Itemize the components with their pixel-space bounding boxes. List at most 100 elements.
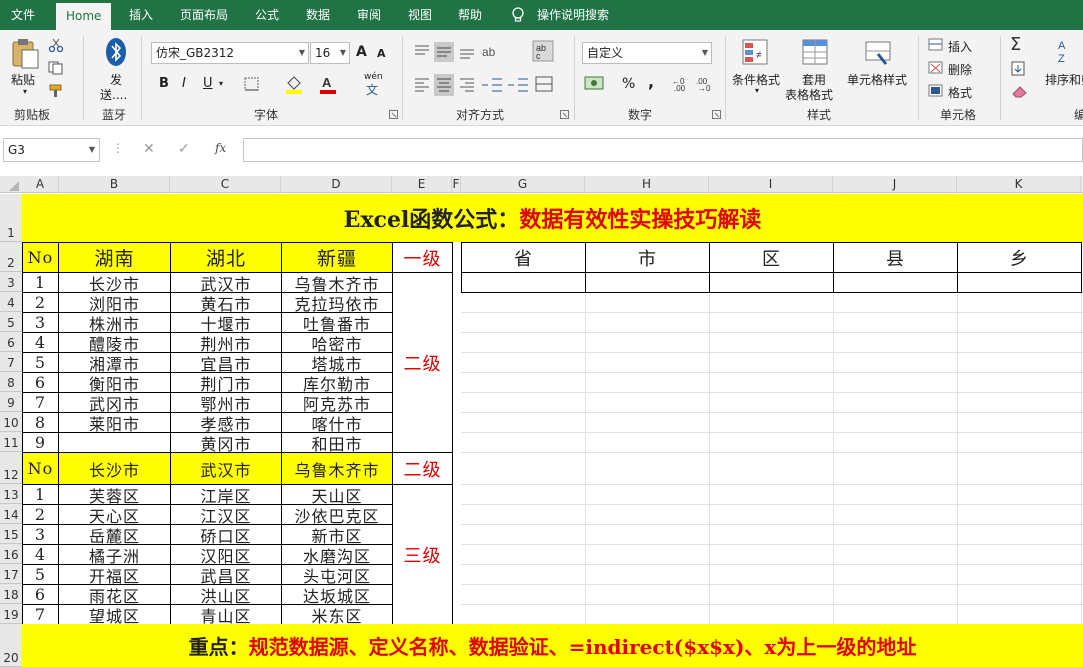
insert-function-icon[interactable]: fx [215,141,226,155]
header-cell[interactable]: No [22,452,59,485]
table-cell[interactable]: 9 [22,432,59,453]
font-color-icon[interactable]: A [318,74,338,94]
row-header[interactable]: 11 [0,432,22,452]
column-header[interactable]: K [957,176,1081,193]
bold-button[interactable]: B [159,76,169,91]
level-label[interactable]: 二级 [392,272,453,453]
tab-home[interactable]: Home [56,3,112,30]
fill-icon[interactable] [1011,61,1027,77]
table-cell[interactable]: 6 [22,584,59,605]
table-cell[interactable]: 3 [22,312,59,333]
table-cell[interactable]: 4 [22,332,59,353]
column-header[interactable]: C [170,176,281,193]
row-header[interactable]: 3 [0,272,22,292]
table-cell[interactable]: 莱阳市 [58,412,171,434]
underline-button[interactable]: U [203,76,213,91]
borders-icon[interactable] [243,76,261,92]
sheet-title[interactable]: Excel函数公式： 数据有效性实操技巧解读 [22,194,1083,242]
horizontal-align-icons[interactable] [412,74,562,96]
currency-icon[interactable] [584,74,608,92]
table-cell[interactable]: 4 [22,544,59,565]
format-as-table-icon[interactable] [801,38,831,68]
paste-label[interactable]: 粘贴 [11,71,35,88]
row-header[interactable]: 10 [0,412,22,432]
row-header[interactable]: 6 [0,332,22,352]
table-cell[interactable]: 6 [22,372,59,393]
tab-view[interactable]: 视图 [408,0,432,30]
tab-insert[interactable]: 插入 [129,0,153,30]
input-header-cell[interactable]: 区 [709,242,834,273]
copy-icon[interactable] [48,61,66,75]
tell-me-search[interactable]: 操作说明搜索 [537,0,609,30]
cell-styles-label[interactable]: 单元格样式 [847,71,907,88]
table-cell[interactable]: 3 [22,524,59,545]
column-header[interactable]: H [585,176,709,193]
format-painter-icon[interactable] [48,84,64,98]
table-cell[interactable]: 米东区 [281,604,393,626]
row-header[interactable]: 7 [0,352,22,372]
column-header[interactable]: I [709,176,833,193]
table-cell[interactable]: 8 [22,412,59,433]
dialog-launcher-icon[interactable] [712,110,721,119]
footer-note[interactable]: 重点： 规范数据源、定义名称、数据验证、=indirect($x$x)、x为上一级… [22,624,1083,667]
table-cell[interactable]: 和田市 [281,432,393,454]
grow-font-button[interactable]: A [356,44,367,60]
column-header[interactable]: F [452,176,461,193]
row-header[interactable]: 18 [0,584,22,604]
font-size-select[interactable]: 16 ▼ [310,42,350,64]
column-header[interactable]: G [461,176,585,193]
row-header[interactable]: 9 [0,392,22,412]
font-name-select[interactable]: 仿宋_GB2312 ▼ [151,42,309,64]
table-cell[interactable]: 黄冈市 [170,432,282,454]
row-header[interactable]: 17 [0,564,22,584]
level-label[interactable]: 二级 [392,452,453,485]
table-cell[interactable]: 青山区 [170,604,282,626]
vertical-align-icons[interactable]: ab [412,42,522,62]
format-cells-label[interactable]: 格式 [948,84,972,101]
input-cell-district[interactable] [709,272,834,293]
tab-file[interactable]: 文件 [11,0,35,30]
input-cell-city[interactable] [585,272,710,293]
header-cell[interactable]: 湖北 [170,242,282,273]
header-cell[interactable]: 湖南 [58,242,171,273]
input-header-cell[interactable]: 市 [585,242,710,273]
row-header[interactable]: 13 [0,484,22,504]
input-header-cell[interactable]: 乡 [957,242,1082,273]
header-cell[interactable]: 乌鲁木齐市 [281,452,393,485]
format-as-table-label-2[interactable]: 表格格式 [785,86,833,103]
row-header[interactable]: 5 [0,312,22,332]
wrap-text-icon[interactable]: abc [532,40,556,64]
sort-filter-icon[interactable]: AZ [1058,38,1080,68]
table-cell[interactable]: 望城区 [58,604,171,626]
table-cell[interactable]: 5 [22,352,59,373]
tab-help[interactable]: 帮助 [458,0,482,30]
table-cell[interactable] [58,432,171,453]
dialog-launcher-icon[interactable] [560,110,569,119]
row-header[interactable]: 4 [0,292,22,312]
input-cell-township[interactable] [957,272,1082,293]
column-header[interactable]: J [833,176,957,193]
dialog-launcher-icon[interactable] [389,110,398,119]
header-cell[interactable]: 新疆 [281,242,393,273]
row-header[interactable]: 8 [0,372,22,392]
comma-button[interactable]: , [648,72,654,91]
cut-icon[interactable] [48,38,64,52]
select-all-icon[interactable] [8,180,20,192]
cell-styles-icon[interactable] [864,38,894,68]
table-cell[interactable]: 7 [22,392,59,413]
table-cell[interactable]: 1 [22,272,59,293]
number-format-select[interactable]: 自定义 ▼ [582,42,712,64]
level-label[interactable]: 一级 [392,242,453,273]
column-header[interactable]: E [392,176,452,193]
dropdown-icon[interactable]: ▾ [755,86,759,95]
insert-cells-icon[interactable] [928,38,944,52]
decimal-adjust-icons[interactable]: ←0.00.00→0 [672,74,716,92]
column-header[interactable]: B [59,176,170,193]
header-cell[interactable]: No [22,242,59,273]
insert-cells-label[interactable]: 插入 [948,38,972,55]
column-header[interactable]: D [281,176,392,193]
enter-icon[interactable]: ✓ [178,141,190,157]
autosum-icon[interactable]: Σ [1010,34,1021,55]
italic-button[interactable]: I [182,76,186,91]
table-cell[interactable]: 5 [22,564,59,585]
